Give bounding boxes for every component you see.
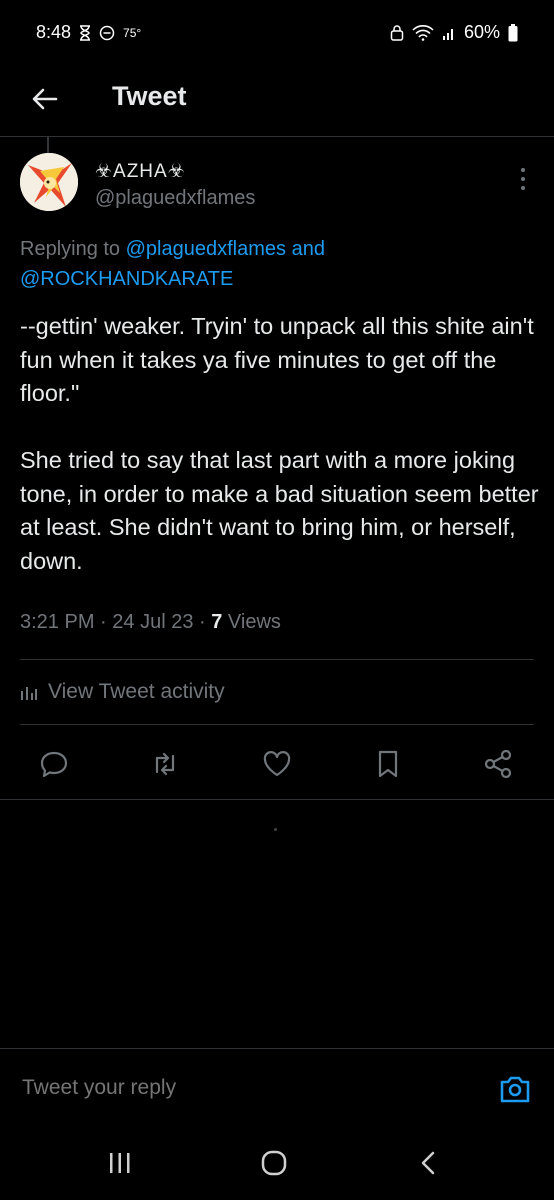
system-nav-bar	[0, 1132, 554, 1200]
home-icon[interactable]	[261, 1150, 287, 1176]
arrow-left-icon[interactable]	[30, 84, 60, 114]
status-time: 8:48	[36, 22, 72, 42]
back-nav-icon[interactable]	[419, 1150, 437, 1176]
meta-separator-1: ·	[94, 611, 113, 633]
reply-bar	[0, 1048, 554, 1133]
status-bar: 8:48 75° 60%	[0, 0, 554, 66]
share-icon[interactable]	[482, 748, 514, 780]
retweet-icon[interactable]	[149, 748, 181, 780]
reply-icon[interactable]	[38, 748, 70, 780]
analytics-icon	[21, 687, 37, 700]
status-left: 8:48 75°	[36, 22, 141, 43]
page-title: Tweet	[112, 81, 187, 111]
divider	[20, 659, 534, 660]
hourglass-icon	[80, 24, 91, 41]
thread-line	[47, 137, 49, 153]
status-right: 60%	[390, 22, 518, 43]
battery-icon	[508, 23, 518, 41]
battery-percent: 60%	[463, 22, 500, 42]
tweet-body: --gettin' weaker. Tryin' to unpack all t…	[20, 310, 540, 578]
tweet-date: 24 Jul 23	[112, 611, 194, 633]
tweet-paragraph-2: She tried to say that last part with a m…	[20, 447, 539, 574]
divider	[20, 724, 534, 725]
author-display-name[interactable]: ☣AZHA☣	[95, 160, 186, 183]
status-temperature: 75°	[123, 25, 142, 40]
reply-and: and	[286, 238, 325, 260]
reply-mention-1[interactable]: @plaguedxflames	[126, 238, 286, 260]
views-label[interactable]: Views	[222, 611, 281, 633]
reply-mention-2[interactable]: @ROCKHANDKARATE	[20, 268, 233, 290]
tweet-time: 3:21 PM	[20, 611, 95, 633]
avatar[interactable]	[20, 153, 78, 211]
meta-separator-2: ·	[193, 611, 212, 633]
tweet-meta: 3:21 PM · 24 Jul 23 · 7 Views	[20, 611, 281, 634]
camera-icon[interactable]	[498, 1073, 532, 1105]
divider	[0, 799, 554, 800]
heart-icon[interactable]	[261, 748, 293, 780]
view-activity-button[interactable]: View Tweet activity	[20, 680, 225, 704]
wifi-icon	[412, 24, 434, 41]
views-count[interactable]: 7	[211, 611, 222, 633]
reply-input[interactable]	[20, 1075, 464, 1101]
replying-to: Replying to @plaguedxflames and @ROCKHAN…	[20, 234, 540, 294]
lock-icon	[390, 24, 404, 41]
more-vertical-icon[interactable]	[520, 166, 526, 192]
recent-apps-icon[interactable]	[108, 1150, 132, 1176]
author-handle[interactable]: @plaguedxflames	[95, 187, 255, 210]
do-not-disturb-icon	[99, 25, 115, 40]
tweet-actions	[0, 740, 554, 790]
replying-prefix: Replying to	[20, 238, 126, 260]
tweet-paragraph-1: --gettin' weaker. Tryin' to unpack all t…	[20, 313, 534, 406]
loading-dot	[274, 828, 277, 831]
bookmark-icon[interactable]	[372, 748, 404, 780]
activity-label: View Tweet activity	[48, 680, 225, 703]
signal-icon	[442, 28, 453, 40]
avatar-image	[20, 153, 78, 211]
top-bar: Tweet	[0, 66, 554, 137]
